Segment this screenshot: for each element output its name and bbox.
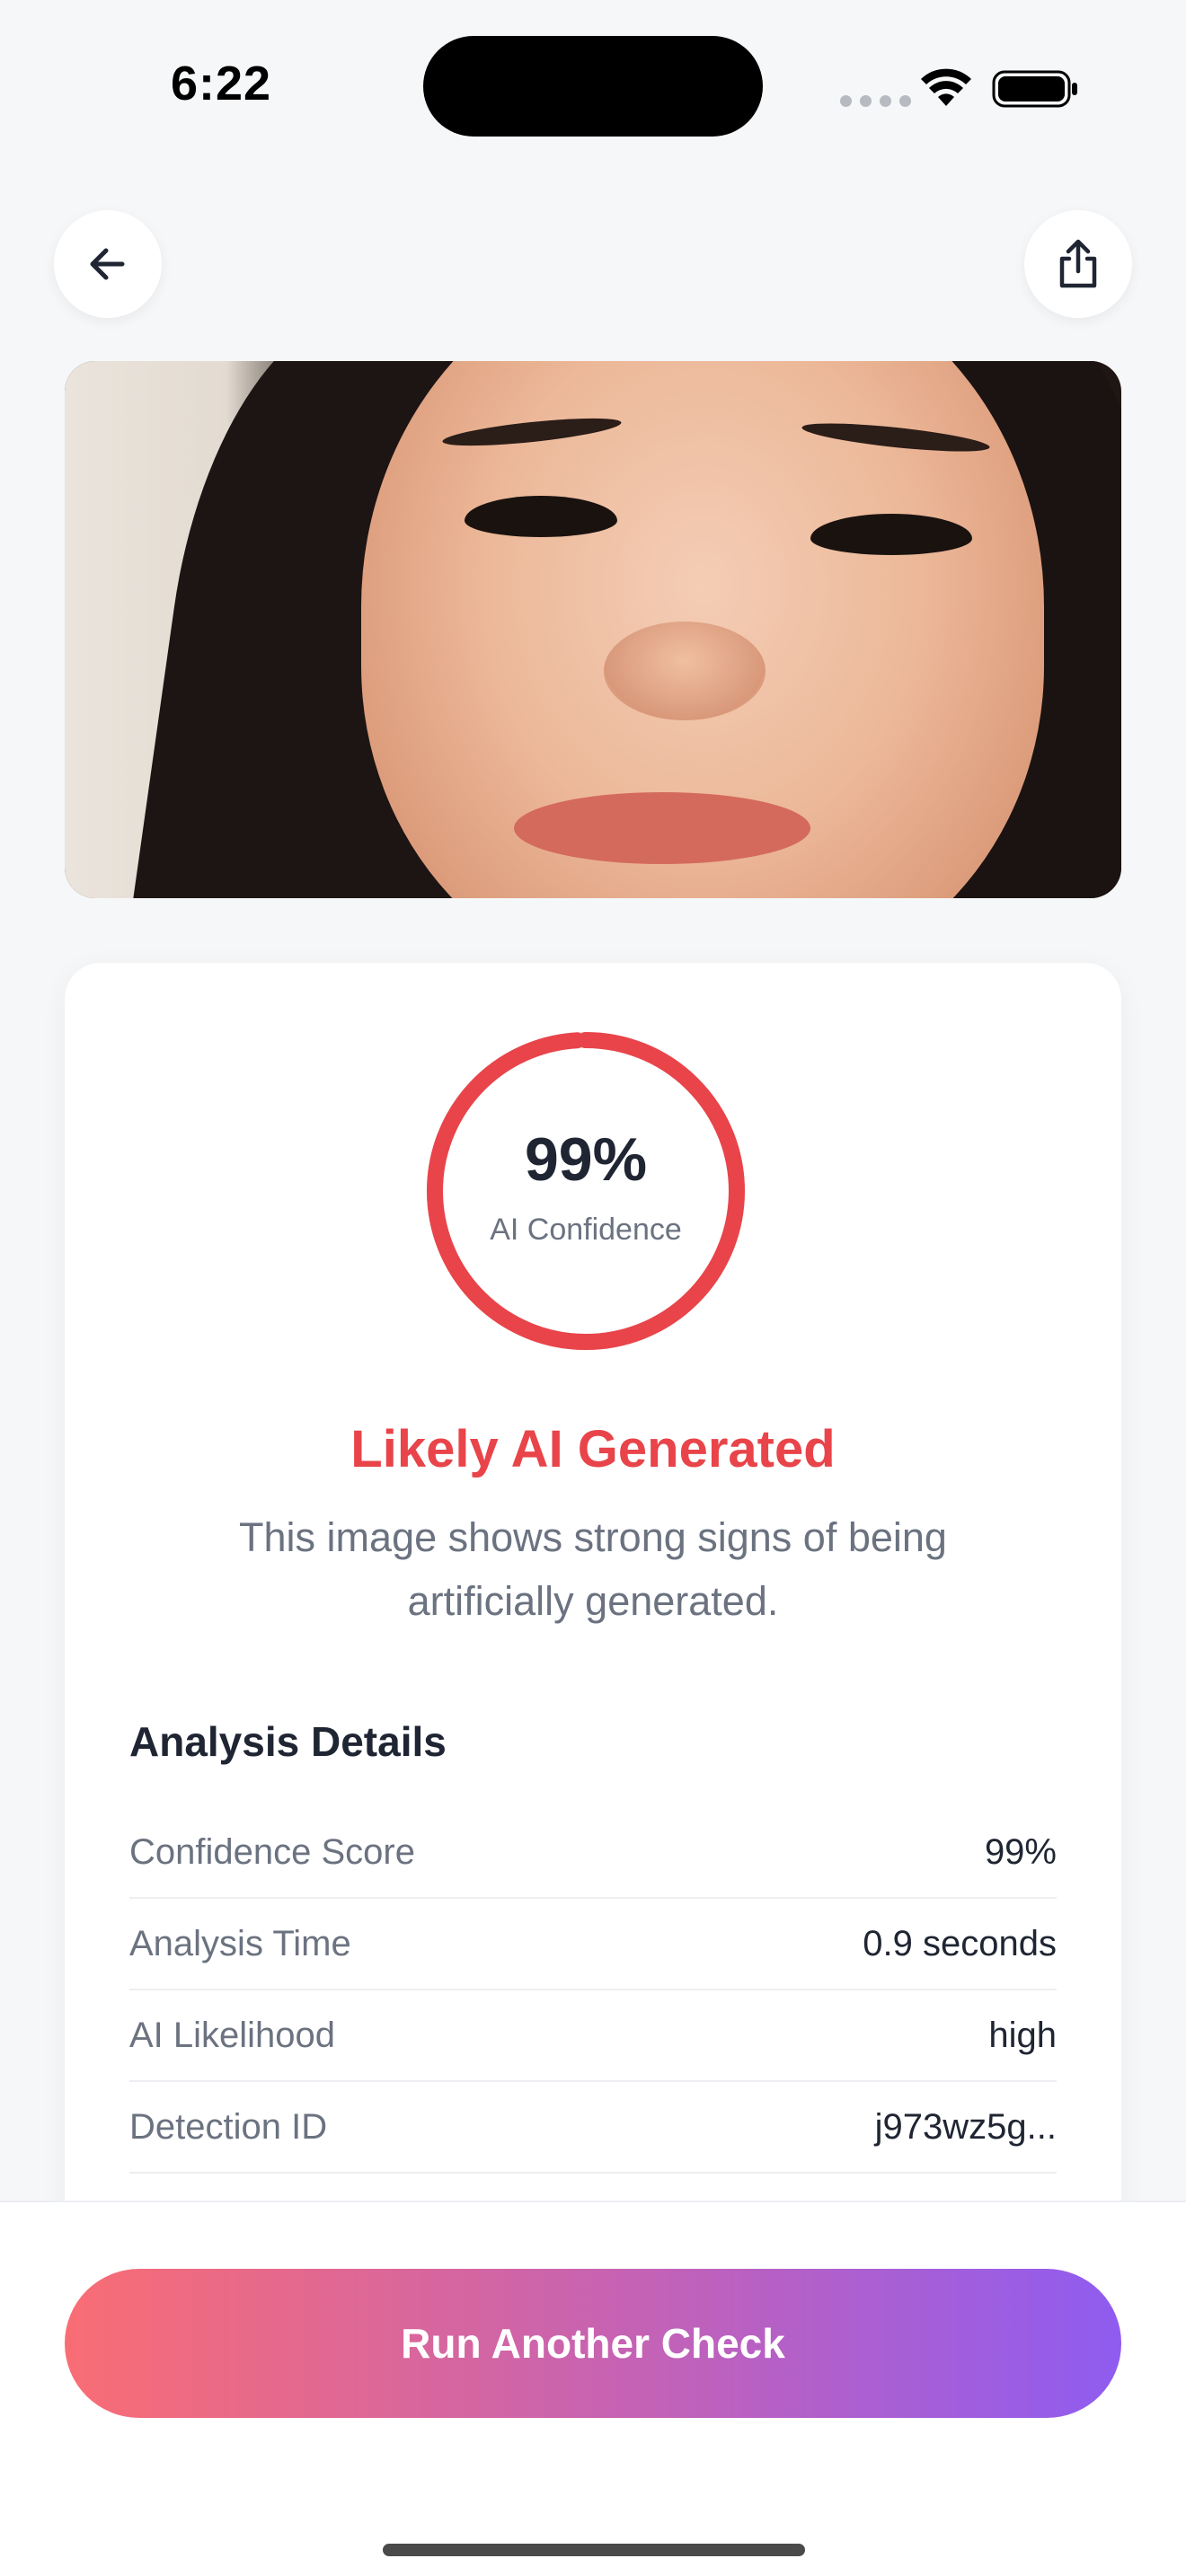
bottom-action-bar: Run Another Check	[0, 2201, 1186, 2576]
detail-label: AI Likelihood	[129, 2015, 336, 2055]
share-button[interactable]	[1024, 210, 1132, 318]
detail-value: 99%	[984, 1831, 1057, 1872]
detail-value: high	[988, 2015, 1057, 2055]
confidence-label: AI Confidence	[490, 1213, 682, 1247]
detail-row-confidence-score: Confidence Score 99%	[129, 1807, 1057, 1899]
home-indicator[interactable]	[383, 2544, 805, 2556]
result-card: 99% AI Confidence Likely AI Generated Th…	[65, 963, 1121, 2220]
share-icon	[1059, 239, 1097, 288]
confidence-value: 99%	[524, 1125, 648, 1194]
analyzed-image	[65, 361, 1121, 898]
detail-row-detection-id: Detection ID j973wz5g...	[129, 2082, 1057, 2174]
result-screen: 6:22 99% AI Confidence Likely AI Generat…	[0, 0, 1186, 2576]
analysis-details-list: Confidence Score 99% Analysis Time 0.9 s…	[129, 1807, 1057, 2174]
status-time: 6:22	[171, 57, 272, 110]
dynamic-island	[423, 36, 763, 137]
status-bar: 6:22	[0, 0, 1186, 171]
detail-value: j973wz5g...	[874, 2106, 1057, 2147]
detail-label: Analysis Time	[129, 1923, 351, 1963]
back-button[interactable]	[54, 210, 162, 318]
verdict-title: Likely AI Generated	[350, 1420, 836, 1478]
analysis-details-title: Analysis Details	[129, 1718, 447, 1765]
detail-value: 0.9 seconds	[863, 1923, 1057, 1963]
run-another-check-button[interactable]: Run Another Check	[65, 2269, 1121, 2418]
detail-label: Confidence Score	[129, 1831, 415, 1872]
detail-row-analysis-time: Analysis Time 0.9 seconds	[129, 1899, 1057, 1990]
detail-row-ai-likelihood: AI Likelihood high	[129, 1990, 1057, 2082]
battery-icon	[992, 70, 1077, 108]
wifi-icon	[921, 68, 971, 106]
detail-label: Detection ID	[129, 2106, 328, 2147]
arrow-left-icon	[90, 248, 125, 280]
cellular-signal-icon	[840, 95, 911, 107]
verdict-description: This image shows strong signs of being a…	[239, 1514, 947, 1624]
